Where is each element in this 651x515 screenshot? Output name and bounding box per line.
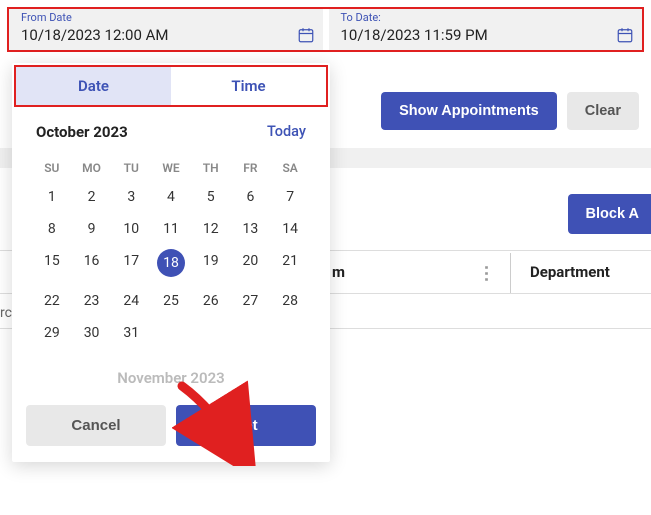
month-label[interactable]: October 2023 bbox=[36, 123, 128, 141]
calendar-day[interactable]: 16 bbox=[72, 245, 112, 285]
calendar-day[interactable]: 20 bbox=[231, 245, 271, 285]
calendar-day bbox=[191, 317, 231, 349]
show-appointments-button[interactable]: Show Appointments bbox=[381, 92, 557, 130]
calendar-day[interactable]: 7 bbox=[270, 181, 310, 213]
column-m: m bbox=[332, 263, 345, 281]
column-menu-icon[interactable]: ⋯ bbox=[476, 265, 497, 281]
picker-tabs: Date Time bbox=[14, 65, 328, 107]
calendar-day[interactable]: 17 bbox=[111, 245, 151, 285]
column-separator bbox=[510, 253, 511, 293]
date-range-fields: From Date 10/18/2023 12:00 AM To Date: 1… bbox=[7, 7, 644, 52]
calendar-day[interactable]: 31 bbox=[111, 317, 151, 349]
actions-row: Show Appointments Clear bbox=[381, 92, 639, 130]
calendar-day[interactable]: 28 bbox=[270, 285, 310, 317]
tab-date[interactable]: Date bbox=[16, 67, 171, 105]
dow-label: TU bbox=[111, 155, 151, 181]
cancel-button[interactable]: Cancel bbox=[26, 405, 166, 446]
set-button[interactable]: Set bbox=[176, 405, 316, 446]
calendar-day[interactable]: 25 bbox=[151, 285, 191, 317]
calendar-day[interactable]: 1 bbox=[32, 181, 72, 213]
tab-time[interactable]: Time bbox=[171, 67, 326, 105]
calendar-day[interactable]: 23 bbox=[72, 285, 112, 317]
calendar-day[interactable]: 19 bbox=[191, 245, 231, 285]
calendar-day bbox=[270, 317, 310, 349]
column-department: Department bbox=[530, 263, 610, 281]
calendar-day[interactable]: 21 bbox=[270, 245, 310, 285]
calendar-day[interactable]: 11 bbox=[151, 213, 191, 245]
clear-button[interactable]: Clear bbox=[567, 92, 639, 130]
block-button[interactable]: Block A bbox=[568, 194, 651, 234]
dow-label: SU bbox=[32, 155, 72, 181]
dow-label: FR bbox=[231, 155, 271, 181]
calendar-day[interactable]: 29 bbox=[32, 317, 72, 349]
calendar-icon[interactable] bbox=[297, 26, 315, 44]
calendar-day[interactable]: 4 bbox=[151, 181, 191, 213]
calendar-day[interactable]: 22 bbox=[32, 285, 72, 317]
from-date-field[interactable]: From Date 10/18/2023 12:00 AM bbox=[9, 9, 323, 50]
calendar-day[interactable]: 14 bbox=[270, 213, 310, 245]
dow-label: SA bbox=[270, 155, 310, 181]
calendar-day[interactable]: 15 bbox=[32, 245, 72, 285]
calendar-day[interactable]: 5 bbox=[191, 181, 231, 213]
dow-label: MO bbox=[72, 155, 112, 181]
date-picker: Date Time October 2023 Today SUMOTUWETHF… bbox=[12, 63, 330, 462]
calendar-day[interactable]: 26 bbox=[191, 285, 231, 317]
from-date-value: 10/18/2023 12:00 AM bbox=[21, 26, 169, 44]
calendar-day[interactable]: 2 bbox=[72, 181, 112, 213]
calendar-day[interactable]: 12 bbox=[191, 213, 231, 245]
calendar-day[interactable]: 18 bbox=[151, 245, 191, 285]
calendar-day[interactable]: 6 bbox=[231, 181, 271, 213]
calendar-icon[interactable] bbox=[616, 26, 634, 44]
to-date-label: To Date: bbox=[341, 11, 635, 24]
block-button-wrap: Block A bbox=[568, 194, 651, 234]
calendar-day[interactable]: 13 bbox=[231, 213, 271, 245]
today-link[interactable]: Today bbox=[267, 123, 306, 141]
dow-label: WE bbox=[151, 155, 191, 181]
calendar-day[interactable]: 30 bbox=[72, 317, 112, 349]
calendar-day[interactable]: 3 bbox=[111, 181, 151, 213]
from-date-label: From Date bbox=[21, 11, 315, 24]
calendar-day bbox=[151, 317, 191, 349]
calendar-day[interactable]: 10 bbox=[111, 213, 151, 245]
calendar-grid: SUMOTUWETHFRSA 1234567891011121314151617… bbox=[12, 151, 330, 357]
calendar-day[interactable]: 9 bbox=[72, 213, 112, 245]
dow-label: TH bbox=[191, 155, 231, 181]
to-date-value: 10/18/2023 11:59 PM bbox=[341, 26, 488, 44]
calendar-day[interactable]: 8 bbox=[32, 213, 72, 245]
to-date-field[interactable]: To Date: 10/18/2023 11:59 PM bbox=[329, 9, 643, 50]
calendar-day bbox=[231, 317, 271, 349]
calendar-day[interactable]: 24 bbox=[111, 285, 151, 317]
next-month-label: November 2023 bbox=[12, 357, 330, 393]
calendar-day[interactable]: 27 bbox=[231, 285, 271, 317]
rc-text: rc bbox=[0, 305, 12, 321]
